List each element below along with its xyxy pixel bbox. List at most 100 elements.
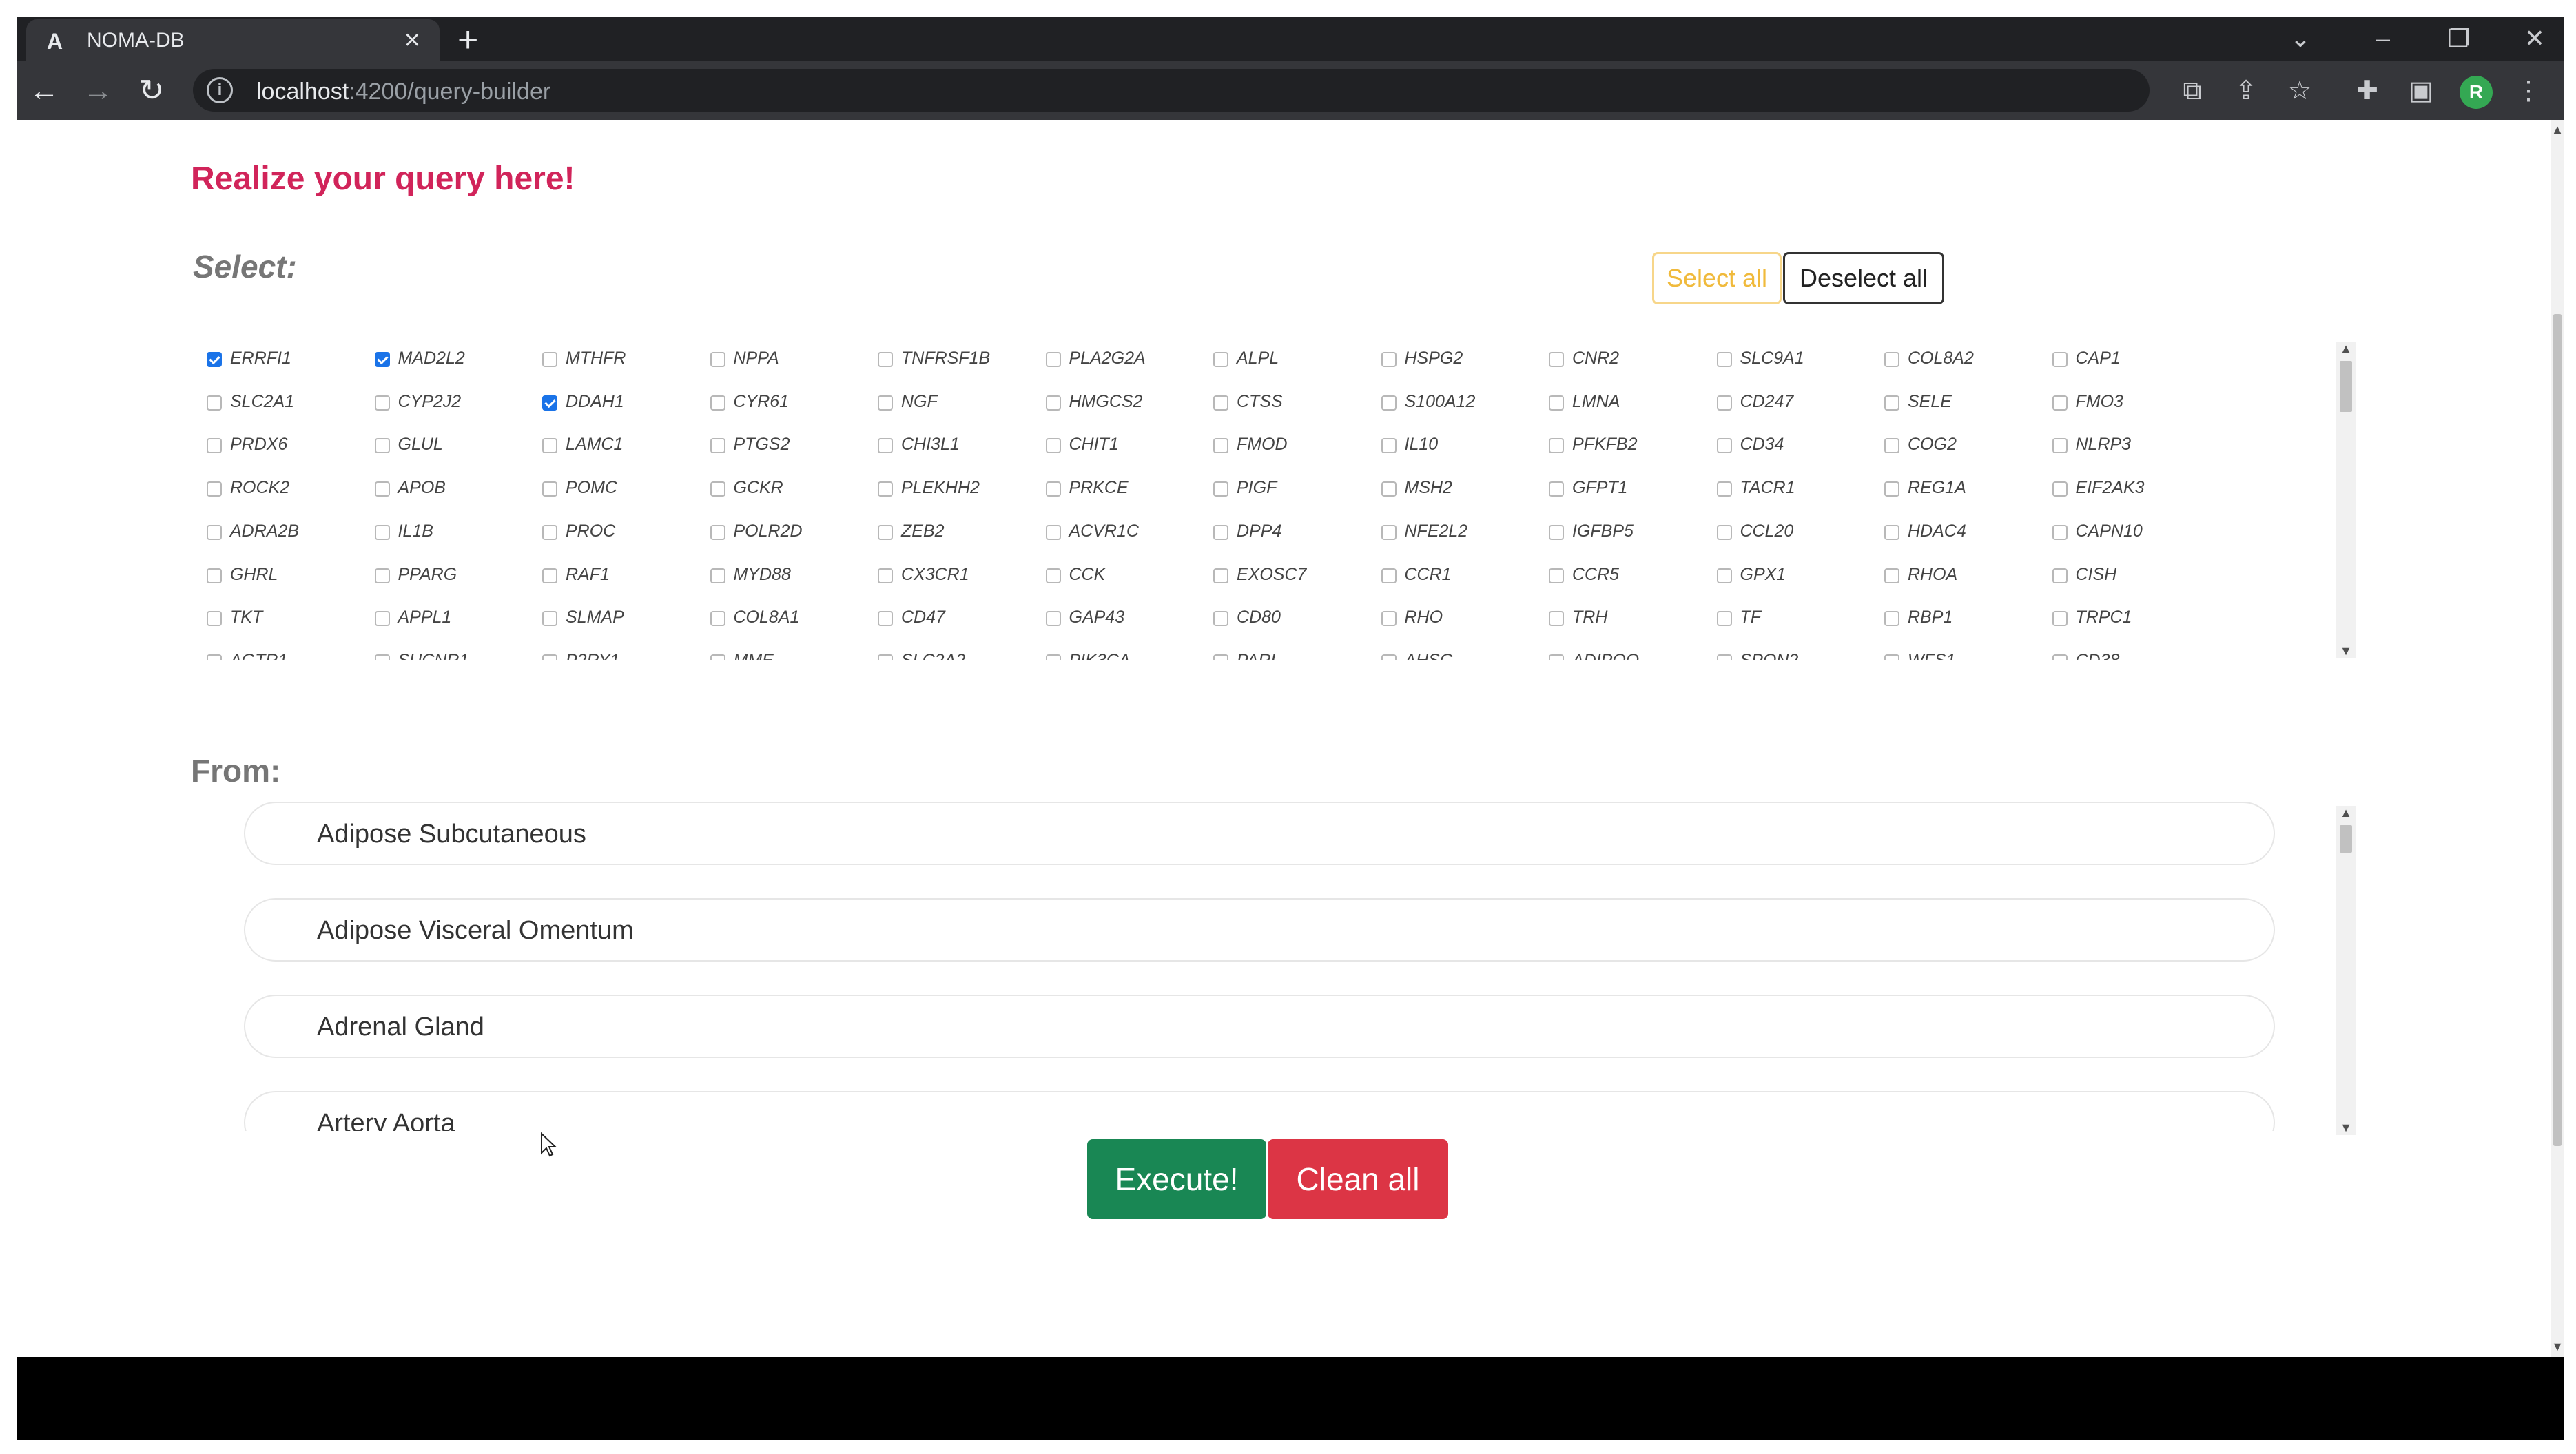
gene-checkbox-item[interactable]: CD34 xyxy=(1716,432,1882,459)
gene-checkbox[interactable] xyxy=(1716,524,1732,540)
gene-checkbox-item[interactable]: SLC9A1 xyxy=(1716,346,1882,373)
gene-checkbox-item[interactable]: SELE xyxy=(1884,389,2050,417)
gene-checkbox-item[interactable]: GFPT1 xyxy=(1549,475,1714,503)
gene-checkbox[interactable] xyxy=(542,568,557,583)
page-scroll-thumb[interactable] xyxy=(2553,314,2562,1146)
browser-menu-icon[interactable]: ⋮ xyxy=(2511,73,2546,109)
gene-checkbox[interactable] xyxy=(710,481,725,497)
gene-checkbox[interactable] xyxy=(1213,481,1228,497)
site-info-icon[interactable]: i xyxy=(207,77,233,103)
gene-checkbox-item[interactable]: RAF1 xyxy=(542,562,708,590)
gene-checkbox[interactable] xyxy=(374,481,390,497)
gene-checkbox-item[interactable]: CAP1 xyxy=(2052,346,2218,373)
gene-checkbox[interactable] xyxy=(374,611,390,627)
gene-checkbox-item[interactable]: APOB xyxy=(374,475,540,503)
gene-checkbox[interactable] xyxy=(1213,611,1228,627)
gene-checkbox[interactable] xyxy=(1045,611,1061,627)
gene-checkbox[interactable] xyxy=(2052,352,2068,367)
gene-checkbox[interactable] xyxy=(878,438,893,454)
gene-checkbox-item[interactable]: S100A12 xyxy=(1381,389,1547,417)
gene-checkbox[interactable] xyxy=(1884,568,1899,583)
gene-checkbox[interactable] xyxy=(207,395,222,411)
scroll-thumb[interactable] xyxy=(2340,361,2352,412)
gene-checkbox-item[interactable]: COL8A2 xyxy=(1884,346,2050,373)
gene-checkbox[interactable] xyxy=(1213,568,1228,583)
gene-checkbox-item[interactable]: MME xyxy=(710,648,876,660)
restore-icon[interactable]: ❐ xyxy=(2428,17,2490,61)
gene-checkbox-item[interactable]: TF xyxy=(1716,605,1882,632)
gene-checkbox[interactable] xyxy=(1884,438,1899,454)
gene-checkbox[interactable] xyxy=(1213,395,1228,411)
gene-checkbox[interactable] xyxy=(1381,524,1397,540)
gene-checkbox-item[interactable]: HMGCS2 xyxy=(1045,389,1211,417)
gene-checkbox-item[interactable]: CHI3L1 xyxy=(878,432,1043,459)
share-icon[interactable]: ⇪ xyxy=(2228,73,2264,109)
gene-checkbox-item[interactable]: POLR2D xyxy=(710,519,876,546)
gene-checkbox-item[interactable]: WFS1 xyxy=(1884,648,2050,660)
tissue-list-item[interactable]: Adipose Subcutaneous xyxy=(244,802,2275,865)
gene-checkbox-item[interactable]: RBP1 xyxy=(1884,605,2050,632)
gene-checkbox[interactable] xyxy=(1549,654,1564,660)
gene-checkbox-item[interactable]: SLC2A2 xyxy=(878,648,1043,660)
gene-checkbox-item[interactable]: SLMAP xyxy=(542,605,708,632)
gene-checkbox[interactable] xyxy=(542,481,557,497)
gene-checkbox[interactable] xyxy=(878,352,893,367)
gene-checkbox-item[interactable]: NGF xyxy=(878,389,1043,417)
gene-checkbox-item[interactable]: CYP2J2 xyxy=(374,389,540,417)
tab-search-chevron-icon[interactable]: ⌄ xyxy=(2269,17,2331,61)
gene-checkbox-item[interactable]: GHRL xyxy=(207,562,372,590)
gene-checkbox-item[interactable]: LAMC1 xyxy=(542,432,708,459)
scroll-up-icon[interactable]: ▲ xyxy=(2551,123,2564,137)
close-tab-icon[interactable]: × xyxy=(404,25,420,56)
gene-checkbox[interactable] xyxy=(1381,395,1397,411)
gene-checkbox[interactable] xyxy=(1045,654,1061,660)
gene-checkbox-item[interactable]: PRKCE xyxy=(1045,475,1211,503)
gene-checkbox[interactable] xyxy=(374,524,390,540)
scroll-down-icon[interactable]: ▼ xyxy=(2336,1121,2356,1135)
gene-checkbox-item[interactable]: DDAH1 xyxy=(542,389,708,417)
execute-button[interactable]: Execute! xyxy=(1087,1139,1266,1219)
gene-checkbox-item[interactable]: CD47 xyxy=(878,605,1043,632)
gene-checkbox-item[interactable]: GPX1 xyxy=(1716,562,1882,590)
gene-checkbox-item[interactable]: PARL xyxy=(1213,648,1379,660)
gene-checkbox-item[interactable]: CD247 xyxy=(1716,389,1882,417)
gene-checkbox[interactable] xyxy=(2052,395,2068,411)
gene-checkbox[interactable] xyxy=(878,524,893,540)
gene-checkbox[interactable] xyxy=(878,654,893,660)
gene-checkbox[interactable] xyxy=(1716,481,1732,497)
gene-checkbox-item[interactable]: ACVR1C xyxy=(1045,519,1211,546)
side-panel-icon[interactable]: ▣ xyxy=(2403,73,2439,109)
gene-checkbox-item[interactable]: IL10 xyxy=(1381,432,1547,459)
gene-checkbox[interactable] xyxy=(1716,611,1732,627)
gene-checkbox-item[interactable]: PIGF xyxy=(1213,475,1379,503)
browser-tab[interactable]: A NOMA-DB × xyxy=(26,19,440,61)
gene-checkbox[interactable] xyxy=(374,395,390,411)
gene-checkbox-item[interactable]: CD80 xyxy=(1213,605,1379,632)
gene-checkbox-item[interactable]: PFKFB2 xyxy=(1549,432,1714,459)
gene-checkbox-item[interactable]: SLC2A1 xyxy=(207,389,372,417)
gene-checkbox-item[interactable]: ADIPOQ xyxy=(1549,648,1714,660)
gene-checkbox[interactable] xyxy=(2052,568,2068,583)
gene-checkbox[interactable] xyxy=(1381,611,1397,627)
gene-checkbox-item[interactable]: EXOSC7 xyxy=(1213,562,1379,590)
extensions-puzzle-icon[interactable]: ✚ xyxy=(2349,73,2385,109)
gene-checkbox-item[interactable]: AHSG xyxy=(1381,648,1547,660)
gene-checkbox[interactable] xyxy=(207,568,222,583)
gene-checkbox[interactable] xyxy=(1549,568,1564,583)
gene-checkbox-item[interactable]: HSPG2 xyxy=(1381,346,1547,373)
gene-checkbox-item[interactable]: CAPN10 xyxy=(2052,519,2218,546)
gene-checkbox-item[interactable]: MTHFR xyxy=(542,346,708,373)
gene-checkbox-item[interactable]: ERRFI1 xyxy=(207,346,372,373)
gene-checkbox[interactable] xyxy=(1213,352,1228,367)
translate-icon[interactable]: ⧉ xyxy=(2174,73,2210,109)
page-scrollbar[interactable]: ▲ ▼ xyxy=(2551,120,2564,1357)
gene-checkbox[interactable] xyxy=(207,611,222,627)
gene-checkbox[interactable] xyxy=(1381,481,1397,497)
gene-checkbox[interactable] xyxy=(1716,568,1732,583)
gene-checkbox-item[interactable]: FMOD xyxy=(1213,432,1379,459)
gene-checkbox-item[interactable]: TRPC1 xyxy=(2052,605,2218,632)
close-window-icon[interactable]: ✕ xyxy=(2504,17,2566,61)
gene-checkbox[interactable] xyxy=(2052,524,2068,540)
scroll-down-icon[interactable]: ▼ xyxy=(2551,1340,2564,1354)
gene-checkbox-item[interactable]: NPPA xyxy=(710,346,876,373)
